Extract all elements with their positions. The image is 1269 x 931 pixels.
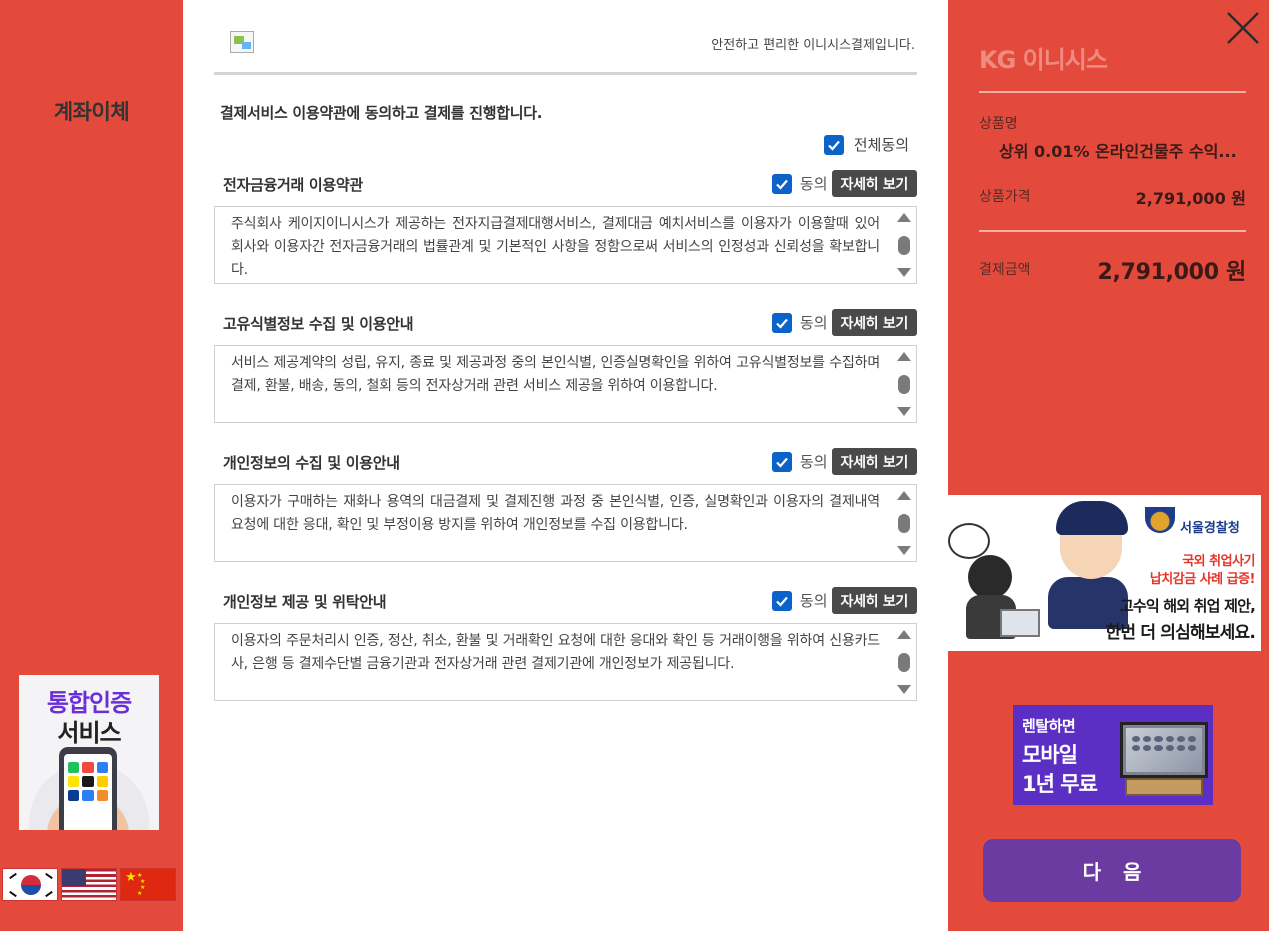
agree-checkbox[interactable] (771, 312, 792, 333)
section-title: 전자금융거래 이용약관 (223, 176, 363, 194)
left-sidebar: 계좌이체 통합인증 서비스 ★ ★ ★ ★ ★ (0, 0, 183, 931)
view-details-button[interactable]: 자세히 보기 (831, 587, 917, 614)
agree-checkbox[interactable] (771, 173, 792, 194)
scrollbar[interactable] (894, 348, 914, 420)
agree-label: 동의 (799, 175, 828, 193)
scroll-thumb (898, 514, 910, 533)
phone-app-grid (64, 754, 112, 830)
total-amount-value: 2,791,000 원 (1097, 260, 1247, 285)
police-banner-line2: 납치감금 사례 급증! (1149, 572, 1256, 587)
scroll-thumb (898, 653, 910, 672)
terms-text: 서비스 제공계약의 성립, 유지, 종료 및 제공과정 중의 본인식별, 인증실… (231, 355, 880, 394)
scroll-down-arrow-icon (897, 685, 911, 694)
section-title: 개인정보 제공 및 위탁안내 (223, 593, 387, 611)
cert-banner-line2: 서비스 (57, 719, 121, 747)
terms-text: 이용자가 구매하는 재화나 용역의 대금결제 및 결제진행 과정 중 본인식별,… (231, 494, 880, 533)
scroll-down-arrow-icon (897, 268, 911, 277)
terms-text: 이용자의 주문처리시 인증, 정산, 취소, 환불 및 거래확인 요청에 대한 … (231, 633, 880, 672)
agree-all-checkbox[interactable]: 전체동의 (823, 134, 909, 155)
agree-checkbox[interactable] (771, 590, 792, 611)
terms-intro: 결제서비스 이용약관에 동의하고 결제를 진행합니다. (220, 104, 543, 122)
inicis-tagline: 안전하고 편리한 이니시스결제입니다. (711, 38, 915, 53)
section-title: 개인정보의 수집 및 이용안내 (223, 454, 400, 472)
tv-illustration (1120, 722, 1208, 778)
china-flag-icon[interactable]: ★ ★ ★ ★ ★ (120, 868, 176, 901)
us-flag-icon[interactable] (61, 868, 117, 901)
agree-label: 동의 (799, 314, 828, 332)
tv-stand-illustration (1125, 778, 1203, 796)
thief-illustration (968, 555, 1012, 599)
agree-all-label: 전체동의 (853, 136, 909, 154)
agree-checkbox[interactable] (771, 451, 792, 472)
police-org-name: 서울경찰청 (1180, 521, 1240, 536)
terms-section-personal-info: 개인정보의 수집 및 이용안내 동의 자세히 보기 이용자가 구매하는 재화나 … (214, 448, 917, 562)
police-hat-icon (1056, 501, 1128, 535)
rental-banner-line2: 모바일 (1022, 743, 1078, 767)
terms-section-electronic-finance: 전자금융거래 이용약관 동의 자세히 보기 주식회사 케이지이니시스가 제공하는… (214, 170, 917, 284)
payment-method-title: 계좌이체 (53, 100, 130, 124)
terms-textbox[interactable]: 이용자의 주문처리시 인증, 정산, 취소, 환불 및 거래확인 요청에 대한 … (214, 623, 917, 701)
view-details-button[interactable]: 자세히 보기 (831, 309, 917, 336)
terms-panel: 안전하고 편리한 이니시스결제입니다. 결제서비스 이용약관에 동의하고 결제를… (183, 0, 948, 931)
officer-face-illustration (1060, 531, 1122, 579)
product-price-label: 상품가격 (979, 189, 1031, 205)
close-icon[interactable] (1225, 10, 1261, 46)
police-banner-line3: 고수익 해외 취업 제안, (1119, 597, 1256, 615)
scroll-up-arrow-icon (897, 213, 911, 222)
summary-divider (979, 230, 1246, 232)
scroll-up-arrow-icon (897, 491, 911, 500)
computer-monitor-icon (1000, 609, 1040, 637)
terms-section-unique-id: 고유식별정보 수집 및 이용안내 동의 자세히 보기 서비스 제공계약의 성립,… (214, 309, 917, 423)
next-button[interactable]: 다음 (983, 839, 1241, 902)
police-warning-banner[interactable]: 서울경찰청 국외 취업사기 납치감금 사례 급증! 고수익 해외 취업 제안, … (948, 495, 1261, 651)
terms-text: 주식회사 케이지이니시스가 제공하는 전자지급결제대행서비스, 결제대금 예치서… (231, 216, 880, 278)
scroll-up-arrow-icon (897, 630, 911, 639)
broken-image-icon (230, 31, 254, 53)
section-title: 고유식별정보 수집 및 이용안내 (223, 315, 414, 333)
checkbox-checked-icon[interactable] (823, 134, 844, 155)
terms-section-third-party: 개인정보 제공 및 위탁안내 동의 자세히 보기 이용자의 주문처리시 인증, … (214, 587, 917, 701)
rental-ad-banner[interactable]: 렌탈하면 모바일 1년 무료 (1013, 705, 1213, 805)
scrollbar[interactable] (894, 626, 914, 698)
order-summary: KG 이니시스 상품명 상위 0.01% 온라인건물주 수익... 상품가격 2… (948, 0, 1269, 931)
phone-illustration (59, 747, 117, 830)
language-selector: ★ ★ ★ ★ ★ (2, 868, 176, 901)
product-name-value: 상위 0.01% 온라인건물주 수익... (999, 142, 1237, 161)
terms-textbox[interactable]: 서비스 제공계약의 성립, 유지, 종료 및 제공과정 중의 본인식별, 인증실… (214, 345, 917, 423)
scroll-up-arrow-icon (897, 352, 911, 361)
product-name-label: 상품명 (979, 116, 1018, 132)
speech-bubble-icon (948, 523, 990, 559)
kg-inicis-logo: KG 이니시스 (979, 46, 1108, 74)
agree-label: 동의 (799, 592, 828, 610)
header-divider (214, 72, 917, 75)
scroll-down-arrow-icon (897, 546, 911, 555)
scroll-thumb (898, 236, 910, 255)
agree-label: 동의 (799, 453, 828, 471)
police-emblem-icon (1145, 507, 1175, 533)
korean-flag-icon[interactable] (2, 868, 58, 901)
total-amount-label: 결제금액 (979, 262, 1031, 278)
view-details-button[interactable]: 자세히 보기 (831, 170, 917, 197)
product-price-value: 2,791,000 원 (1135, 189, 1246, 208)
view-details-button[interactable]: 자세히 보기 (831, 448, 917, 475)
terms-textbox[interactable]: 주식회사 케이지이니시스가 제공하는 전자지급결제대행서비스, 결제대금 예치서… (214, 206, 917, 284)
scrollbar[interactable] (894, 487, 914, 559)
rental-banner-line1: 렌탈하면 (1022, 717, 1076, 735)
scroll-down-arrow-icon (897, 407, 911, 416)
rental-banner-line3: 1년 무료 (1022, 772, 1098, 796)
scroll-thumb (898, 375, 910, 394)
terms-textbox[interactable]: 이용자가 구매하는 재화나 용역의 대금결제 및 결제진행 과정 중 본인식별,… (214, 484, 917, 562)
police-banner-line1: 국외 취업사기 (1182, 554, 1255, 569)
police-banner-line4: 한번 더 의심해보세요. (1105, 623, 1256, 643)
integrated-cert-banner[interactable]: 통합인증 서비스 (19, 675, 159, 830)
scrollbar[interactable] (894, 209, 914, 281)
summary-divider (979, 91, 1246, 93)
